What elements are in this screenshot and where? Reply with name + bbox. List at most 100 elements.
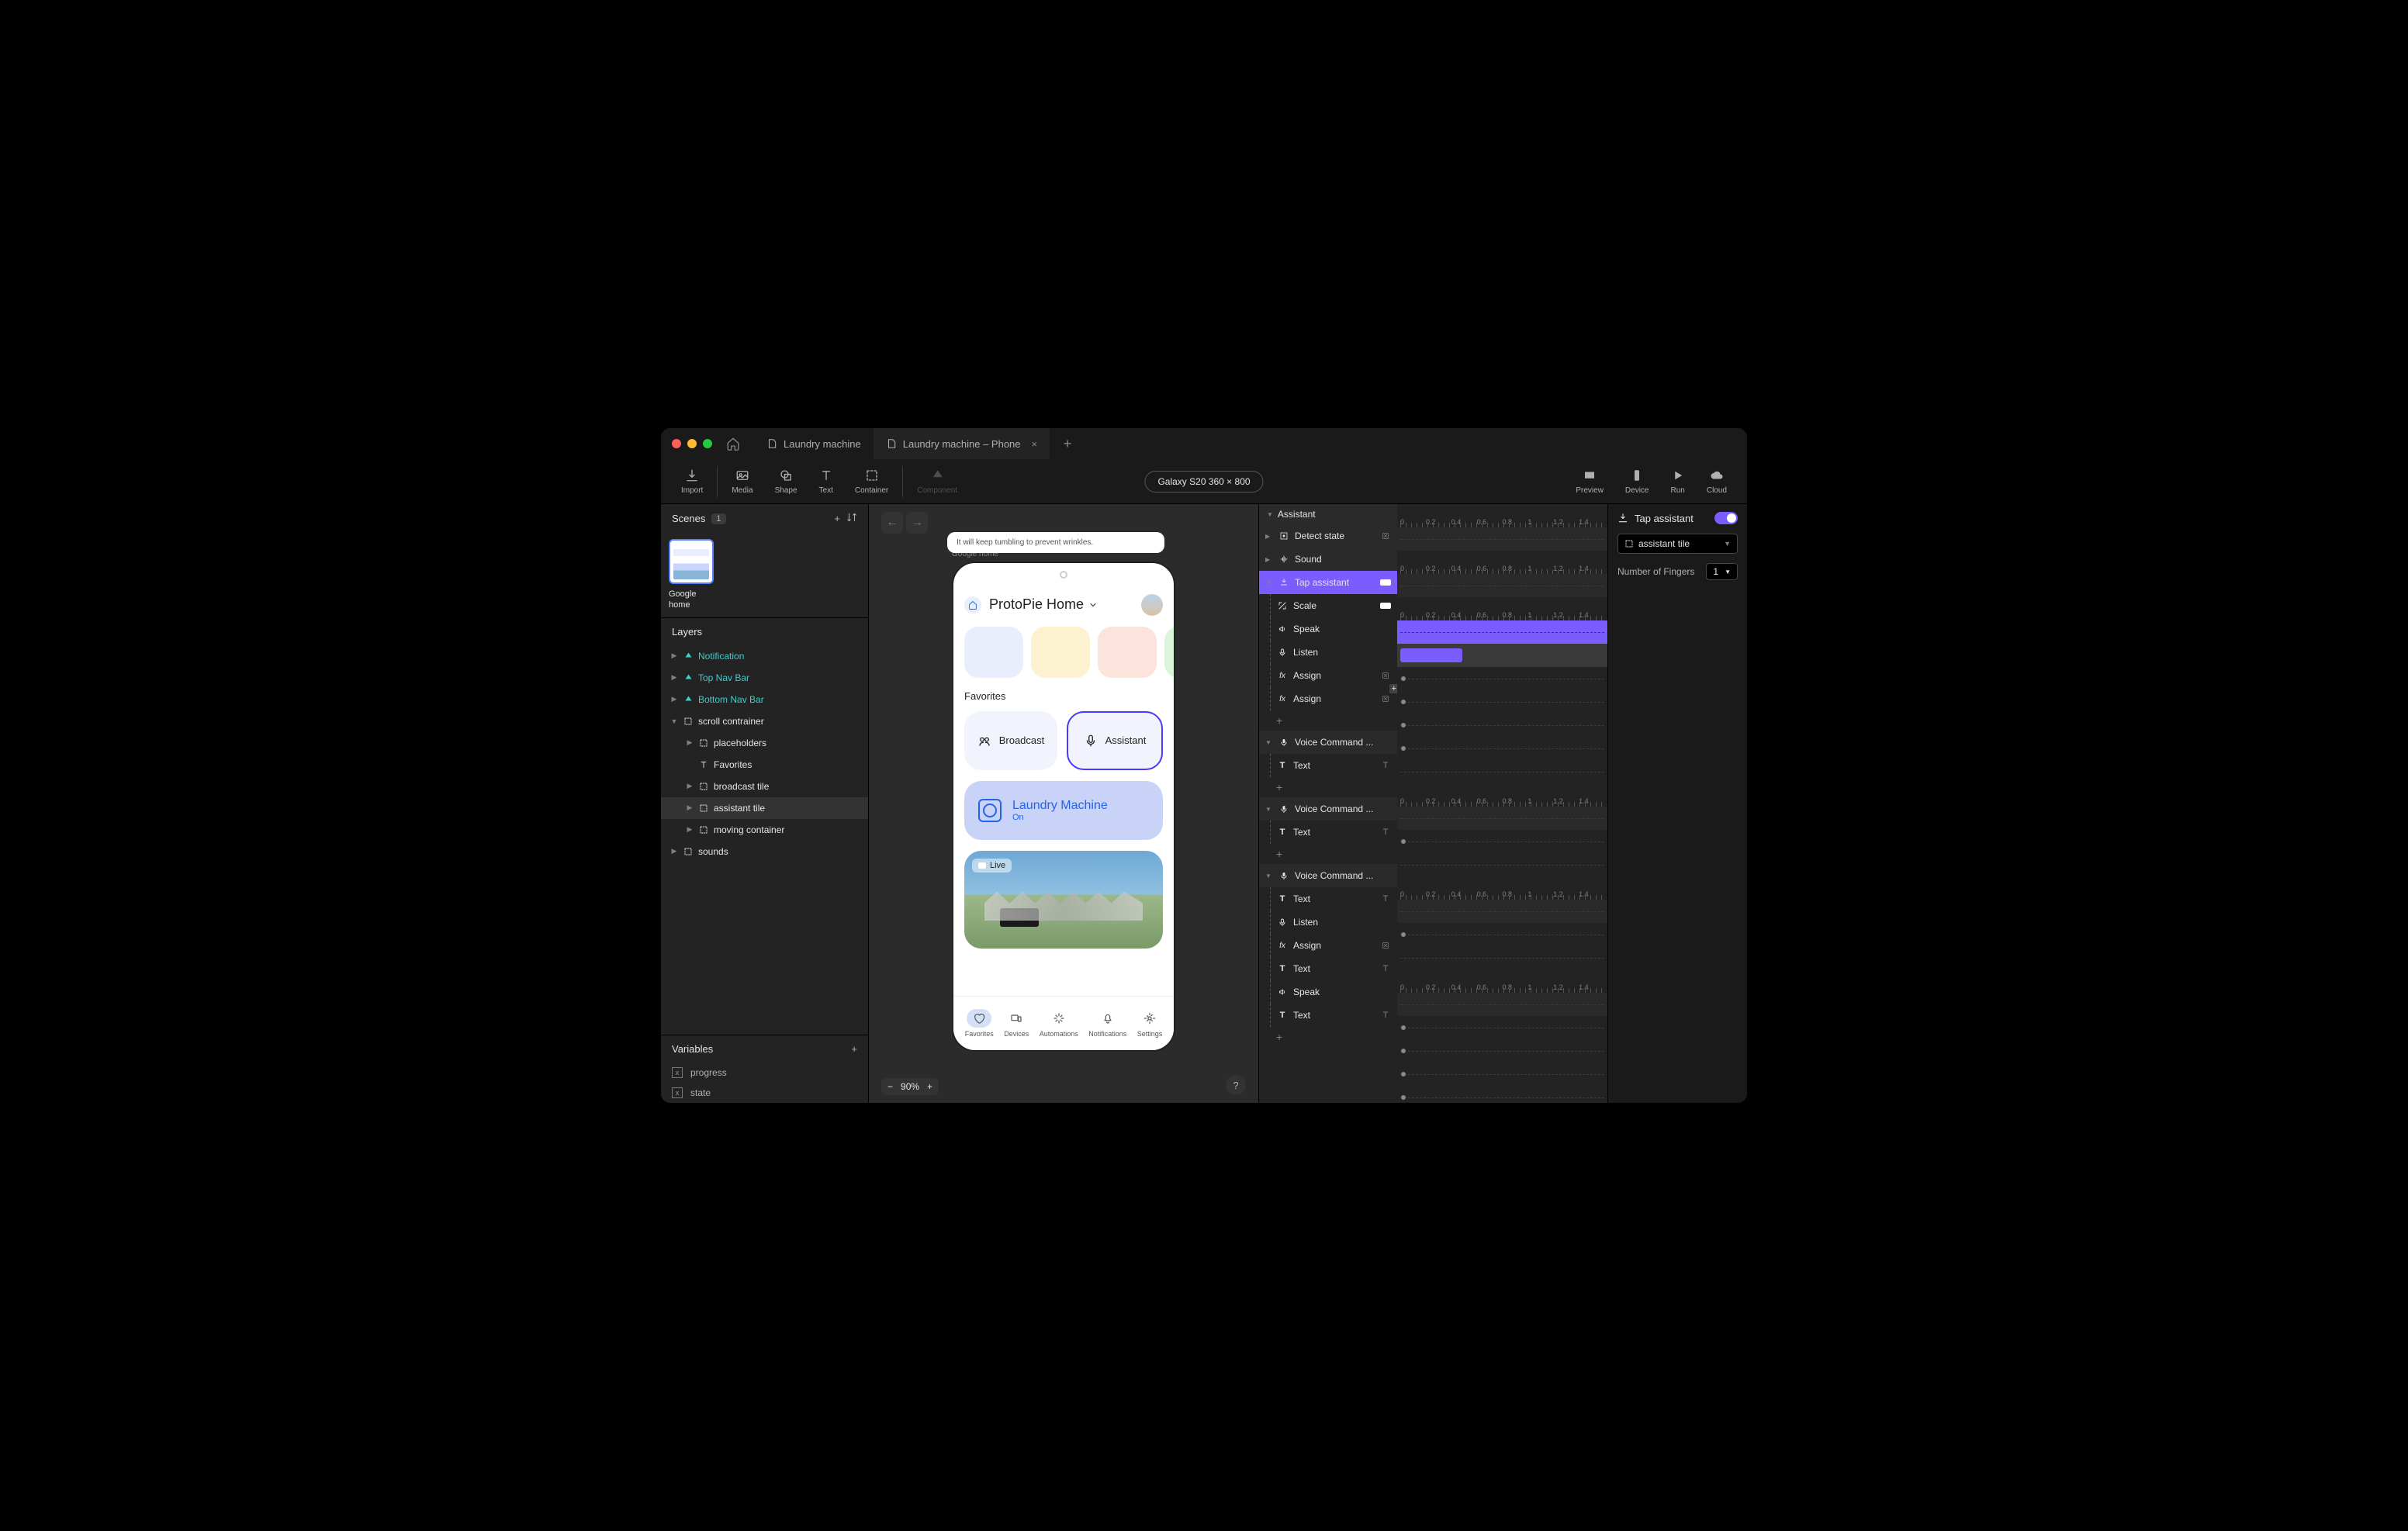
response-label: Assign [1293,940,1375,951]
trigger-row[interactable]: ▼Voice Command ... [1259,731,1397,754]
response-row[interactable]: Speak [1259,980,1397,1004]
device-selector[interactable]: Galaxy S20 360 × 800 [1144,471,1263,492]
response-icon: T [1276,761,1289,770]
maximize-window[interactable] [703,439,712,448]
cloud-button[interactable]: Cloud [1696,468,1738,495]
add-tab-button[interactable]: + [1056,432,1079,455]
scene-thumb[interactable]: Google home [669,539,714,611]
layer-label: placeholders [714,738,766,748]
response-row[interactable]: fxAssign+ [1259,664,1397,687]
trigger-row[interactable]: ▶Sound [1259,548,1397,571]
tab-phone[interactable]: Laundry machine – Phone × [874,428,1050,459]
response-row[interactable]: Speak [1259,617,1397,641]
text-button[interactable]: Text [808,468,844,495]
preview-label: Preview [1576,486,1604,495]
phone-frame[interactable]: ProtoPie Home Favorites [952,562,1175,1052]
response-row[interactable]: TTextT [1259,957,1397,980]
variable-row[interactable]: xstate [661,1083,868,1103]
import-button[interactable]: Import [670,468,714,495]
response-label: Text [1293,760,1375,771]
scene-preview [669,539,714,584]
layer-row[interactable]: ▼scroll contrainer [661,710,868,732]
back-button[interactable]: ← [881,512,903,534]
trigger-label: Detect state [1295,530,1375,541]
trigger-row[interactable]: ▼Tap assistant [1259,571,1397,594]
status-cards [964,627,1163,678]
layer-row[interactable]: ▶assistant tile [661,797,868,819]
nav-arrows: ← → [881,512,928,534]
layer-row[interactable]: ▶sounds [661,841,868,862]
add-response-button[interactable]: + [1259,844,1397,864]
response-row[interactable]: TTextT [1259,821,1397,844]
trigger-row[interactable]: ▼Voice Command ... [1259,797,1397,821]
add-scene-button[interactable]: + [834,513,840,524]
home-icon[interactable] [726,437,740,451]
add-response-button[interactable]: + [1259,1027,1397,1047]
target-selector[interactable]: assistant tile ▼ [1617,534,1738,554]
response-row[interactable]: TTextT [1259,887,1397,911]
close-tab-icon[interactable]: × [1032,438,1038,450]
media-button[interactable]: Media [721,468,763,495]
layer-type-icon [698,782,709,791]
layer-label: Notification [698,651,744,662]
forward-button[interactable]: → [906,512,928,534]
response-end-icon: T [1380,827,1391,838]
layer-row[interactable]: Favorites [661,754,868,776]
layer-row[interactable]: ▶placeholders [661,732,868,754]
response-row[interactable]: Scale [1259,594,1397,617]
scenes-title: Scenes [672,513,705,524]
layer-type-icon [683,651,694,661]
response-row[interactable]: Listen [1259,911,1397,934]
tab-project[interactable]: Laundry machine [754,428,874,459]
layer-row[interactable]: ▶Top Nav Bar [661,667,868,689]
add-response-button[interactable]: + [1259,710,1397,731]
cloud-icon [1710,468,1724,482]
layer-row[interactable]: ▶Bottom Nav Bar [661,689,868,710]
device-button[interactable]: Device [1614,468,1660,495]
response-label: Assign [1293,670,1375,681]
timeline[interactable]: 00.20.40.60.811.21.400.20.40.60.811.21.4… [1397,504,1607,1103]
response-icon [1276,601,1289,610]
response-row[interactable]: fxAssign [1259,687,1397,710]
response-label: Listen [1293,917,1391,928]
variable-row[interactable]: xprogress [661,1063,868,1083]
left-panel: Scenes 1 + Google home Layers ▶Notificat… [661,504,869,1103]
fingers-selector[interactable]: 1▼ [1706,563,1738,580]
layer-row[interactable]: ▶moving container [661,819,868,841]
variable-icon: x [672,1087,683,1098]
zoom-out-button[interactable]: − [887,1081,893,1092]
zoom-control[interactable]: − 90% + [881,1078,939,1095]
assistant-tile: Assistant [1067,711,1163,770]
sort-scenes-button[interactable] [846,512,857,525]
response-row[interactable]: Listen [1259,641,1397,664]
trigger-end-icon [1380,530,1391,541]
run-button[interactable]: Run [1660,468,1696,495]
canvas[interactable]: ← → It will keep tumbling to prevent wri… [869,504,1258,1103]
import-label: Import [681,486,703,495]
shape-button[interactable]: Shape [764,468,808,495]
response-row[interactable]: fxAssign [1259,934,1397,957]
component-icon [930,468,944,482]
enable-toggle[interactable] [1714,512,1738,524]
add-variable-button[interactable]: + [851,1043,857,1055]
container-icon [1624,539,1634,548]
zoom-in-button[interactable]: + [927,1081,932,1092]
close-window[interactable] [672,439,681,448]
minimize-window[interactable] [687,439,697,448]
response-end-icon: T [1380,1010,1391,1021]
add-response-button[interactable]: + [1259,777,1397,797]
container-button[interactable]: Container [844,468,899,495]
variable-icon: x [672,1067,683,1078]
response-icon [1276,918,1289,927]
play-icon [1671,468,1685,482]
layer-type-icon [683,673,694,683]
help-button[interactable]: ? [1226,1075,1246,1095]
response-row[interactable]: TTextT [1259,754,1397,777]
layer-row[interactable]: ▶broadcast tile [661,776,868,797]
response-icon [1276,987,1289,997]
trigger-row[interactable]: ▼Voice Command ... [1259,864,1397,887]
layer-row[interactable]: ▶Notification [661,645,868,667]
preview-button[interactable]: Preview [1565,468,1614,495]
trigger-row[interactable]: ▶Detect state [1259,524,1397,548]
response-row[interactable]: TTextT [1259,1004,1397,1027]
